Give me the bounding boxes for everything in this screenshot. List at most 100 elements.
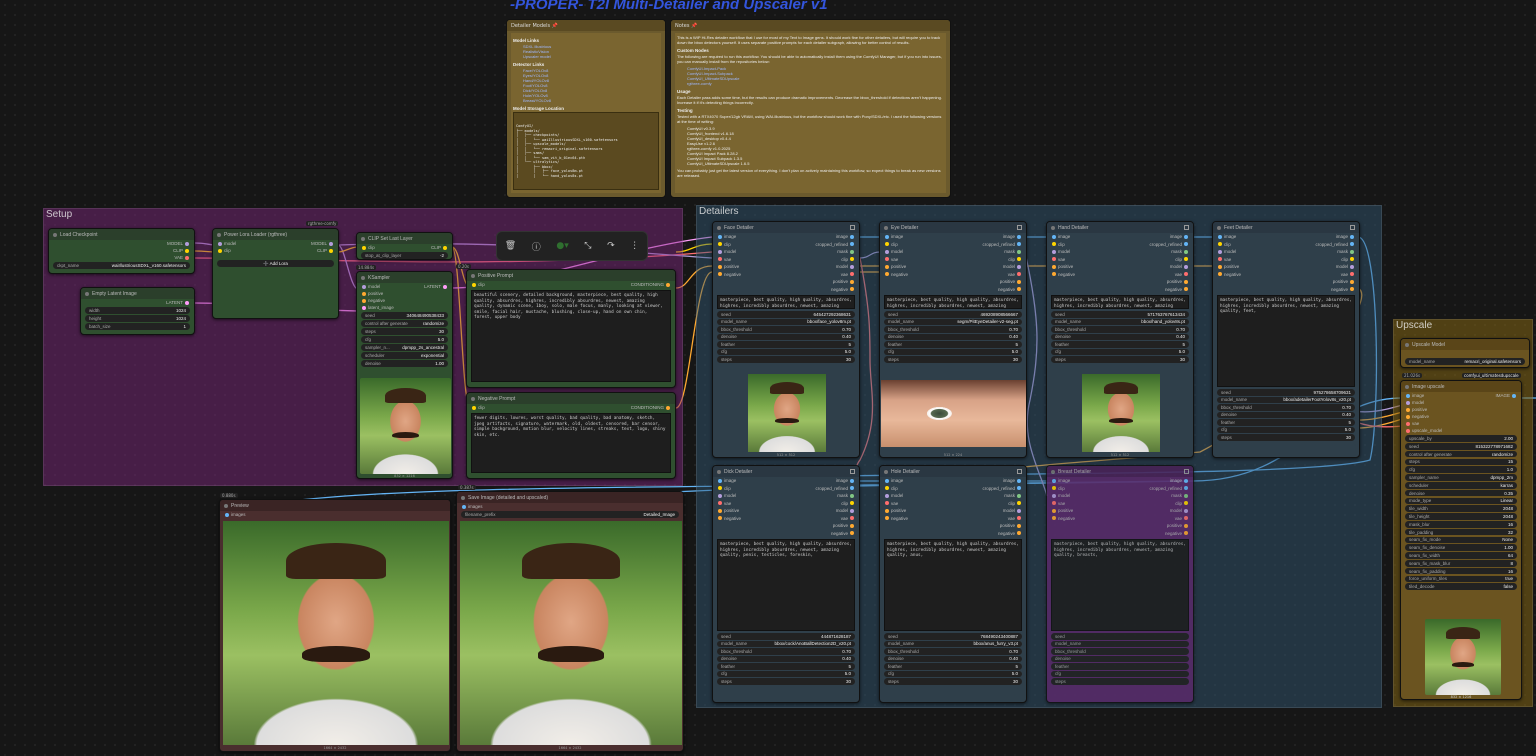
input-socket[interactable] (1218, 257, 1222, 262)
steps-widget[interactable]: steps 30 (1217, 434, 1355, 441)
input-socket[interactable] (462, 504, 466, 509)
collapse-dot-icon[interactable] (1405, 384, 1409, 389)
denoise-widget[interactable]: denoise 0.35 (1405, 489, 1517, 497)
denoise-widget[interactable]: denoise 0.40 (717, 655, 855, 662)
output-socket[interactable] (850, 257, 854, 262)
node-header[interactable]: Save Image (detailed and upscaled) (457, 492, 683, 503)
denoise-widget[interactable]: denoise 0.40 (884, 655, 1022, 662)
input-socket[interactable] (885, 242, 889, 247)
seed-widget[interactable]: seed 340648490538433 (361, 312, 448, 319)
model-name-widget[interactable]: model_name bbox/adetailerFootYolov8s_v20.… (1217, 396, 1355, 403)
output-socket[interactable] (1184, 486, 1188, 491)
input-socket[interactable] (1406, 414, 1410, 419)
input-socket[interactable] (885, 478, 889, 483)
input-socket[interactable] (1406, 393, 1410, 398)
output-socket[interactable] (1017, 523, 1021, 528)
cfg-widget[interactable]: cfg 5.0 (884, 670, 1022, 677)
bbox-threshold-widget[interactable]: bbox_threshold (1051, 648, 1189, 655)
input-socket[interactable] (718, 478, 722, 483)
input-socket[interactable] (362, 284, 366, 289)
output-socket[interactable] (1017, 501, 1021, 506)
steps-widget[interactable]: steps 30 (361, 328, 448, 335)
tiled-decode-widget[interactable]: tiled_decode false (1405, 583, 1517, 590)
output-socket[interactable] (1017, 234, 1021, 239)
input-socket[interactable] (1052, 508, 1056, 513)
input-socket[interactable] (1052, 272, 1056, 277)
bbox-threshold-widget[interactable]: bbox_threshold 0.70 (717, 648, 855, 655)
input-socket[interactable] (472, 405, 476, 410)
seed-widget[interactable]: seed 444871628187 (717, 633, 855, 640)
input-socket[interactable] (1406, 421, 1410, 426)
upscale-model-name-widget[interactable]: model_name remacri_original.safetensors (1405, 358, 1525, 365)
output-socket[interactable] (1184, 523, 1188, 528)
input-socket[interactable] (1052, 242, 1056, 247)
output-socket[interactable] (1184, 493, 1188, 498)
node-header[interactable]: Dick Detailer (713, 466, 859, 477)
input-socket[interactable] (885, 234, 889, 239)
input-socket[interactable] (885, 486, 889, 491)
collapse-dot-icon[interactable] (884, 469, 888, 474)
cfg-widget[interactable]: cfg (1051, 670, 1189, 677)
output-socket[interactable] (1350, 287, 1354, 292)
output-socket[interactable] (1017, 279, 1021, 284)
feather-widget[interactable]: feather 5 (717, 341, 855, 348)
upscale-by-widget[interactable]: upscale_by 2.00 (1405, 435, 1517, 442)
output-socket[interactable] (666, 282, 670, 287)
input-socket[interactable] (1218, 264, 1222, 269)
delete-icon[interactable]: 🗑 (505, 241, 516, 251)
input-socket[interactable] (225, 512, 229, 517)
node-header[interactable]: Eye Detailer (880, 222, 1026, 233)
output-socket[interactable] (329, 248, 333, 253)
negative-prompt-node[interactable]: Negative Prompt clip CONDITIONING fewer d… (466, 392, 676, 479)
force-uniform-tiles-widget[interactable]: force_uniform_tiles true (1405, 575, 1517, 583)
steps-widget[interactable]: steps 30 (717, 678, 855, 685)
input-socket[interactable] (1052, 249, 1056, 254)
dick-detailer-node[interactable]: Dick Detailer image image clip cropped_refin… (712, 465, 860, 703)
input-socket[interactable] (1406, 407, 1410, 412)
collapse-dot-icon[interactable] (471, 396, 475, 401)
input-socket[interactable] (1218, 272, 1222, 277)
output-socket[interactable] (1017, 242, 1021, 247)
detailer-prompt-textarea[interactable]: masterpiece, best quality, high quality,… (717, 539, 855, 631)
batch-size-widget[interactable]: batch_size 1 (85, 323, 190, 330)
input-socket[interactable] (718, 264, 722, 269)
input-socket[interactable] (362, 305, 366, 310)
output-socket[interactable] (850, 516, 854, 521)
more-options-icon[interactable]: ⋮ (630, 241, 639, 251)
filename-prefix-widget[interactable]: filename_prefix Detailed_Image (461, 511, 679, 518)
input-socket[interactable] (362, 291, 366, 296)
output-socket[interactable] (1350, 257, 1354, 262)
seam-fix-mode-widget[interactable]: seam_fix_mode None (1405, 536, 1517, 544)
node-header[interactable]: Hole Detailer (880, 466, 1026, 477)
output-socket[interactable] (850, 523, 854, 528)
output-socket[interactable] (1184, 249, 1188, 254)
detailer-prompt-textarea[interactable]: masterpiece, best quality, high quality,… (884, 539, 1022, 631)
node-header[interactable]: KSampler (357, 272, 452, 283)
input-socket[interactable] (1052, 516, 1056, 521)
feather-widget[interactable]: feather 5 (884, 663, 1022, 670)
negative-prompt-textarea[interactable]: fewer digits, lowres, worst quality, bad… (471, 413, 671, 473)
ksampler-node[interactable]: KSampler model LATENT positive negative l… (356, 271, 453, 479)
output-socket[interactable] (443, 284, 447, 289)
clip-set-last-layer-node[interactable]: CLIP Set Last Layer clip CLIP stop_at_cli… (356, 232, 453, 260)
image-upscale-node[interactable]: Image upscale image IMAGE model positive neg… (1400, 380, 1522, 700)
input-socket[interactable] (885, 493, 889, 498)
detailer-models-note[interactable]: Detailer Models 📌 Model Links SDXL Illus… (506, 19, 666, 198)
collapse-dot-icon[interactable] (85, 291, 89, 296)
width-widget[interactable]: width 1024 (85, 307, 190, 314)
seam-fix-padding-widget[interactable]: seam_fix_padding 16 (1405, 567, 1517, 575)
output-socket[interactable] (1184, 531, 1188, 536)
output-socket[interactable] (1017, 272, 1021, 277)
power-lora-loader-node[interactable]: Power Lora Loader (rgthree) model MODEL c… (212, 228, 339, 319)
seam-fix-width-widget[interactable]: seam_fix_width 64 (1405, 552, 1517, 559)
collapse-dot-icon[interactable] (1217, 225, 1221, 230)
node-header[interactable]: Negative Prompt (467, 393, 675, 404)
hole-detailer-node[interactable]: Hole Detailer image image clip cropped_refin… (879, 465, 1027, 703)
output-socket[interactable] (1184, 508, 1188, 513)
input-socket[interactable] (472, 282, 476, 287)
steps-widget[interactable]: steps (1051, 678, 1189, 685)
preview-image-node[interactable]: Preview images 1664 × 2432 (219, 499, 451, 752)
input-socket[interactable] (1052, 501, 1056, 506)
input-socket[interactable] (718, 501, 722, 506)
input-socket[interactable] (1052, 257, 1056, 262)
